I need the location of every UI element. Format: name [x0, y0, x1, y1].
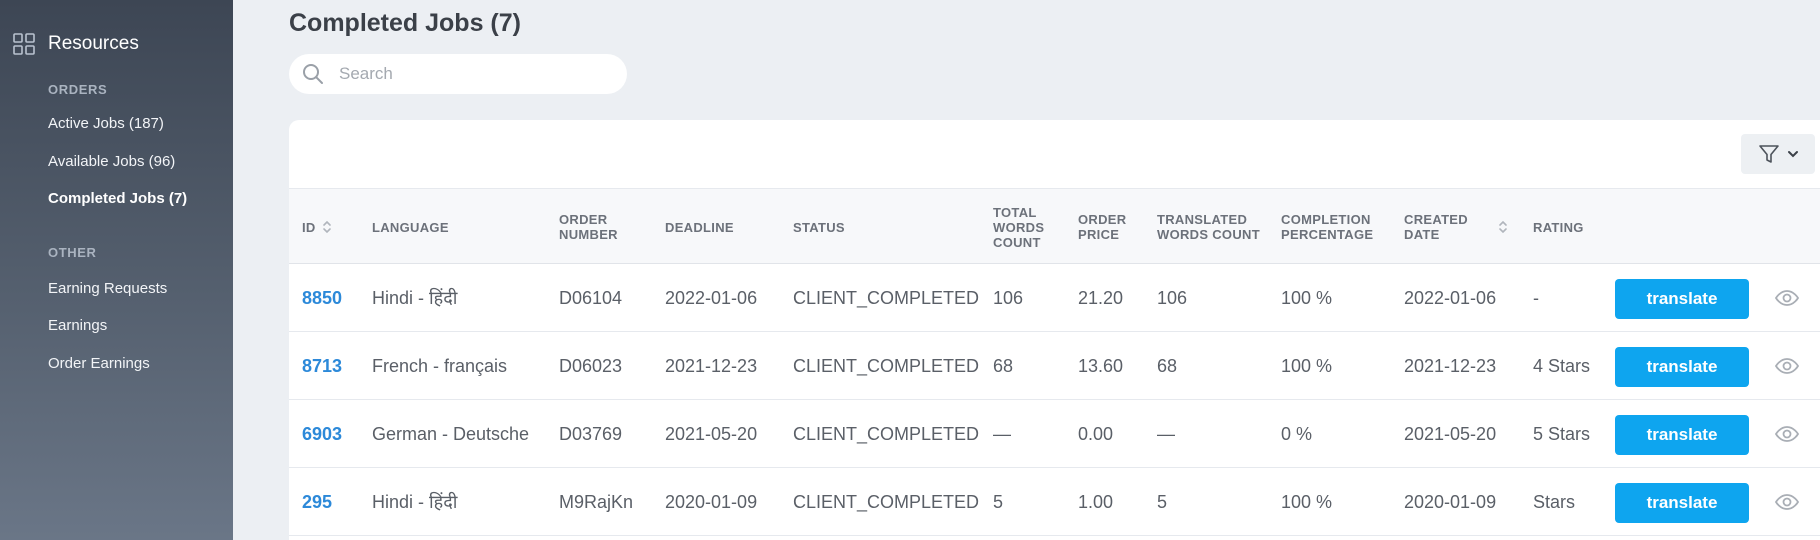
cell-deadline: 2021-05-20 — [665, 423, 758, 444]
table-header: ID LANGUAGE ORDER NUMBER DEADLINE STATUS… — [289, 188, 1820, 264]
cell-created-date: 2020-01-09 — [1404, 491, 1497, 512]
page-title: Completed Jobs (7) — [289, 9, 521, 37]
cell-total-words: — — [993, 423, 1011, 444]
eye-icon[interactable] — [1774, 422, 1800, 446]
cell-completion: 100 % — [1281, 287, 1333, 308]
cell-language: Hindi - हिंदी — [372, 288, 458, 308]
column-header-language: LANGUAGE — [372, 219, 449, 235]
cell-order-price: 1.00 — [1078, 491, 1114, 512]
column-header-id[interactable]: ID — [302, 189, 332, 265]
cell-deadline: 2021-12-23 — [665, 355, 758, 376]
cell-translated-words: 68 — [1157, 355, 1178, 376]
cell-order-price: 0.00 — [1078, 423, 1114, 444]
column-header-created-date-label: CREATED DATE — [1404, 212, 1468, 242]
column-header-id-label: ID — [302, 219, 316, 235]
job-id-link[interactable]: 6903 — [302, 400, 342, 468]
table-row: 8713 French - français D06023 2021-12-23… — [289, 332, 1820, 400]
sidebar-brand[interactable]: Resources — [12, 32, 139, 56]
search-box[interactable] — [289, 54, 627, 94]
eye-icon[interactable] — [1774, 490, 1800, 514]
cell-order-number: D06023 — [559, 355, 623, 376]
cell-status: CLIENT_COMPLETED — [793, 355, 980, 376]
cell-total-words: 5 — [993, 491, 1004, 512]
filter-button[interactable] — [1741, 134, 1815, 174]
column-header-total-words: TOTAL WORDS COUNT — [993, 204, 1045, 250]
filter-icon — [1759, 145, 1779, 163]
cell-completion: 100 % — [1281, 355, 1333, 376]
cell-deadline: 2020-01-09 — [665, 491, 758, 512]
cell-created-date: 2021-05-20 — [1404, 423, 1497, 444]
cell-rating: - — [1533, 287, 1539, 308]
jobs-table-card: ID LANGUAGE ORDER NUMBER DEADLINE STATUS… — [289, 120, 1820, 540]
translate-button[interactable]: translate — [1615, 347, 1749, 387]
table-row: 8850 Hindi - हिंदी D06104 2022-01-06 CLI… — [289, 264, 1820, 332]
sidebar: Resources ORDERS Active Jobs (187) Avail… — [0, 0, 233, 540]
job-id-link[interactable]: 8713 — [302, 332, 342, 400]
sidebar-item-active-jobs[interactable]: Active Jobs (187) — [48, 115, 164, 132]
cell-rating: 5 Stars — [1533, 423, 1591, 444]
column-header-completion: COMPLETION PERCENTAGE — [1281, 212, 1374, 242]
job-id-link[interactable]: 295 — [302, 468, 332, 536]
sort-icon — [322, 220, 331, 234]
cell-order-price: 13.60 — [1078, 355, 1124, 376]
translate-button[interactable]: translate — [1615, 415, 1749, 455]
job-id-link[interactable]: 8850 — [302, 264, 342, 332]
column-header-translated-words: TRANSLATED WORDS COUNT — [1157, 212, 1260, 242]
cell-order-number: D03769 — [559, 423, 623, 444]
section-title-orders: ORDERS — [48, 82, 108, 97]
grid-icon — [13, 33, 35, 55]
search-icon — [303, 64, 323, 84]
column-header-order-number: ORDER NUMBER — [559, 212, 618, 242]
sidebar-item-earnings[interactable]: Earnings — [48, 317, 107, 334]
cell-language: German - Deutsche — [372, 423, 530, 444]
cell-language: Hindi - हिंदी — [372, 492, 458, 512]
column-header-status: STATUS — [793, 219, 845, 235]
sidebar-item-order-earnings[interactable]: Order Earnings — [48, 355, 150, 372]
column-header-deadline: DEADLINE — [665, 219, 734, 235]
column-header-rating: RATING — [1533, 219, 1584, 235]
cell-deadline: 2022-01-06 — [665, 287, 758, 308]
cell-status: CLIENT_COMPLETED — [793, 423, 980, 444]
sidebar-item-available-jobs[interactable]: Available Jobs (96) — [48, 153, 175, 170]
cell-total-words: 68 — [993, 355, 1014, 376]
search-input[interactable] — [339, 64, 599, 84]
cell-total-words: 106 — [993, 287, 1024, 308]
cell-completion: 100 % — [1281, 491, 1333, 512]
cell-status: CLIENT_COMPLETED — [793, 491, 980, 512]
cell-order-price: 21.20 — [1078, 287, 1124, 308]
cell-rating: Stars — [1533, 491, 1576, 512]
brand-label: Resources — [48, 33, 139, 54]
cell-order-number: M9RajKn — [559, 491, 634, 512]
translate-button[interactable]: translate — [1615, 279, 1749, 319]
column-header-created-date[interactable]: CREATED DATE — [1404, 189, 1508, 265]
cell-rating: 4 Stars — [1533, 355, 1591, 376]
cell-status: CLIENT_COMPLETED — [793, 287, 980, 308]
cell-translated-words: — — [1157, 423, 1175, 444]
section-title-other: OTHER — [48, 245, 97, 260]
cell-completion: 0 % — [1281, 423, 1313, 444]
cell-translated-words: 106 — [1157, 287, 1188, 308]
sidebar-item-completed-jobs[interactable]: Completed Jobs (7) — [48, 190, 187, 207]
eye-icon[interactable] — [1774, 354, 1800, 378]
chevron-down-icon — [1788, 151, 1798, 158]
cell-created-date: 2022-01-06 — [1404, 287, 1497, 308]
cell-translated-words: 5 — [1157, 491, 1168, 512]
sort-icon — [1499, 220, 1507, 234]
eye-icon[interactable] — [1774, 286, 1800, 310]
table-row: 6903 German - Deutsche D03769 2021-05-20… — [289, 400, 1820, 468]
cell-language: French - français — [372, 355, 508, 376]
column-header-order-price: ORDER PRICE — [1078, 212, 1127, 242]
table-row: 295 Hindi - हिंदी M9RajKn 2020-01-09 CLI… — [289, 468, 1820, 536]
cell-order-number: D06104 — [559, 287, 623, 308]
translate-button[interactable]: translate — [1615, 483, 1749, 523]
cell-created-date: 2021-12-23 — [1404, 355, 1497, 376]
sidebar-item-earning-requests[interactable]: Earning Requests — [48, 280, 167, 297]
